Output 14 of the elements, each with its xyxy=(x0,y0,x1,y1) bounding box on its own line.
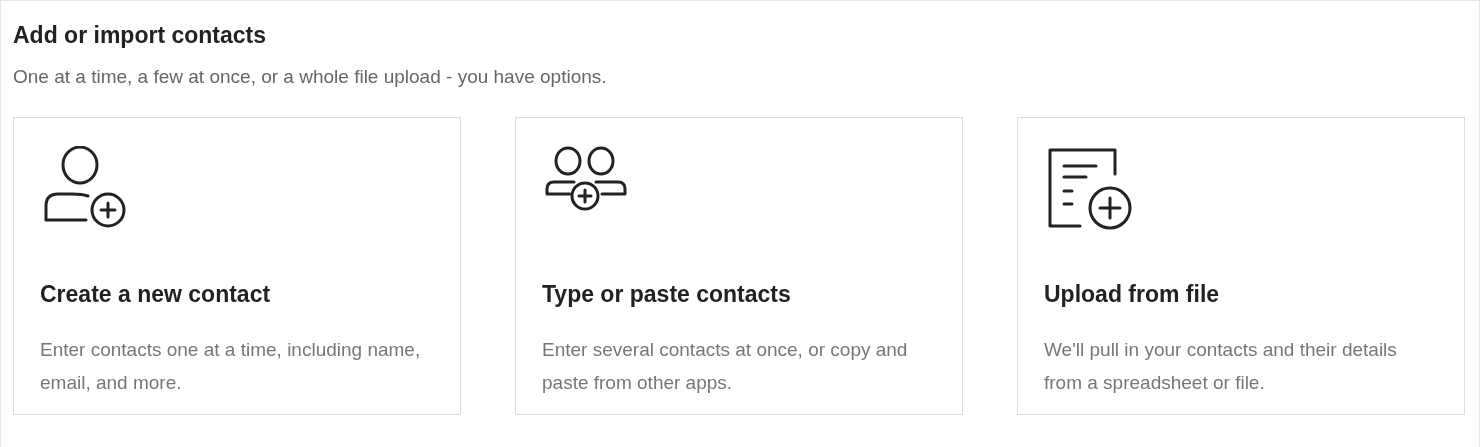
card-description: Enter several contacts at once, or copy and paste from other apps. xyxy=(542,338,909,395)
option-card[interactable]: Upload from file We'll pull in your contacts and their details from a spreadsheet or file. xyxy=(1017,117,1465,415)
card-title: Type or paste contacts xyxy=(542,280,792,308)
option-card[interactable]: Create a new contact Enter contacts one at a time, including name, email, and more. xyxy=(13,117,461,415)
card-title: Create a new contact xyxy=(40,280,272,308)
option-card[interactable]: Type or paste contacts Enter several contacts at once, or copy and paste from other apps. xyxy=(515,117,963,415)
card-description: We'll pull in your contacts and their details from a spreadsheet or file. xyxy=(1044,338,1398,395)
page-subtitle: One at a time, a few at once, or a whole file upload - you have options. xyxy=(13,65,608,89)
document-add-icon xyxy=(1046,146,1132,230)
card-description: Enter contacts one at a time, including name, email, and more. xyxy=(40,338,422,395)
people-add-icon xyxy=(544,146,630,212)
person-add-icon xyxy=(42,146,128,230)
card-title: Upload from file xyxy=(1044,280,1221,308)
page-title: Add or import contacts xyxy=(13,21,267,49)
